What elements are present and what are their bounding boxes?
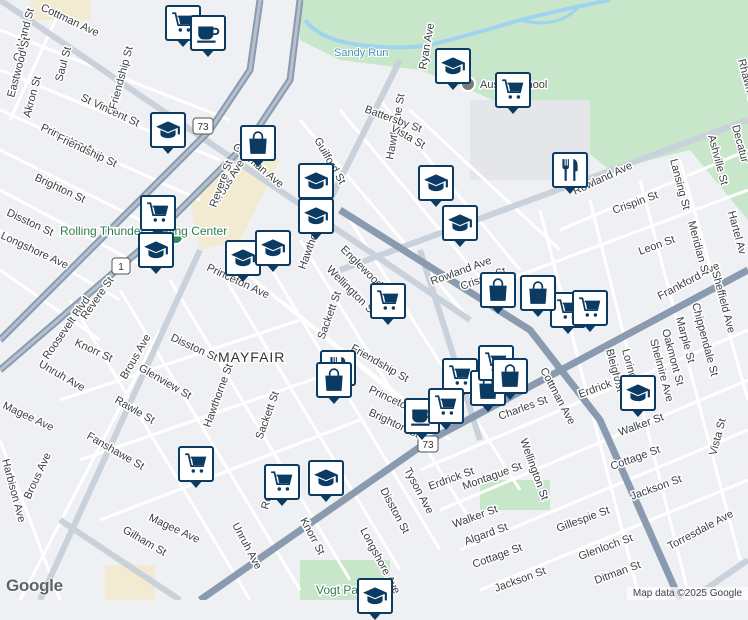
shopping-bag-icon <box>525 280 551 306</box>
shopping-bag-icon <box>485 277 511 303</box>
route-73-shield: 73 <box>192 117 214 135</box>
grocery-pin[interactable] <box>572 290 608 332</box>
shopping-bag-icon <box>497 363 523 389</box>
cafe-pin[interactable] <box>190 15 226 57</box>
grocery-pin[interactable] <box>370 283 406 325</box>
grocery-pin[interactable] <box>140 195 176 237</box>
shopping-pin[interactable] <box>480 272 516 314</box>
shopping-cart-icon <box>433 393 459 419</box>
graduation-cap-icon <box>440 53 466 79</box>
shopping-cart-icon <box>500 77 526 103</box>
school-pin[interactable] <box>308 460 344 502</box>
restaurant-pin[interactable] <box>552 152 588 194</box>
street-label: Jackson St <box>493 565 548 595</box>
graduation-cap-icon <box>423 170 449 196</box>
grocery-pin[interactable] <box>495 72 531 114</box>
svg-text:1: 1 <box>118 262 124 273</box>
svg-text:73: 73 <box>197 122 209 133</box>
street-label: Friendship St <box>55 132 119 170</box>
school-pin[interactable] <box>357 578 393 620</box>
graduation-cap-icon <box>143 237 169 263</box>
school-pin[interactable] <box>298 163 334 205</box>
school-pin[interactable] <box>620 375 656 417</box>
graduation-cap-icon <box>155 117 181 143</box>
map-attribution: Map data ©2025 Google <box>626 587 748 600</box>
graduation-cap-icon <box>260 235 286 261</box>
street-label: Gillespie St <box>555 505 611 535</box>
street-label: Crispin St <box>611 189 660 217</box>
sandy-run-label: Sandy Run <box>334 47 388 59</box>
school-pin[interactable] <box>138 232 174 274</box>
grocery-pin[interactable] <box>428 388 464 430</box>
graduation-cap-icon <box>230 245 256 271</box>
street-label: Unruh Ave <box>37 358 87 394</box>
shopping-cart-icon <box>145 200 171 226</box>
graduation-cap-icon <box>303 203 329 229</box>
graduation-cap-icon <box>447 210 473 236</box>
school-pin[interactable] <box>442 205 478 247</box>
street-label: Hartel Av <box>725 210 748 257</box>
fork-knife-icon <box>557 157 583 183</box>
school-pin[interactable] <box>150 112 186 154</box>
grocery-pin[interactable] <box>178 446 214 488</box>
graduation-cap-icon <box>362 583 388 609</box>
street-label: Meridian St <box>685 220 711 277</box>
street-label: Torresdale Ave <box>666 508 736 553</box>
school-pin[interactable] <box>298 198 334 240</box>
shopping-cart-icon <box>269 469 295 495</box>
route-1-shield: 1 <box>111 257 131 275</box>
shopping-cart-icon <box>375 288 401 314</box>
neighborhood-label: MAYFAIR <box>218 349 285 365</box>
shopping-pin[interactable] <box>492 358 528 400</box>
shopping-cart-icon <box>577 295 603 321</box>
grocery-pin[interactable] <box>264 464 300 506</box>
street-label: Sackett St <box>316 290 344 341</box>
shopping-pin[interactable] <box>316 362 352 404</box>
school-pin[interactable] <box>435 48 471 90</box>
shopping-bag-icon <box>321 367 347 393</box>
shopping-cart-icon <box>183 451 209 477</box>
street-label: Vista St <box>707 417 728 457</box>
street-label: Chippendale St <box>689 302 720 378</box>
svg-text:73: 73 <box>422 440 434 451</box>
graduation-cap-icon <box>625 380 651 406</box>
graduation-cap-icon <box>313 465 339 491</box>
google-logo: Google <box>6 576 63 595</box>
street-label: Glenview St <box>137 362 194 402</box>
shopping-pin[interactable] <box>520 275 556 317</box>
coffee-cup-icon <box>195 20 221 46</box>
street-label: Cottage St <box>471 542 524 571</box>
graduation-cap-icon <box>303 168 329 194</box>
shopping-bag-icon <box>245 130 271 156</box>
school-pin[interactable] <box>255 230 291 272</box>
street-label: Brous Ave <box>22 451 54 501</box>
street-label: Hawthorne St <box>202 362 236 429</box>
shopping-pin[interactable] <box>240 125 276 167</box>
street-label: Magee Ave <box>1 400 56 434</box>
street-label: Leon St <box>637 234 677 258</box>
school-pin[interactable] <box>418 165 454 207</box>
